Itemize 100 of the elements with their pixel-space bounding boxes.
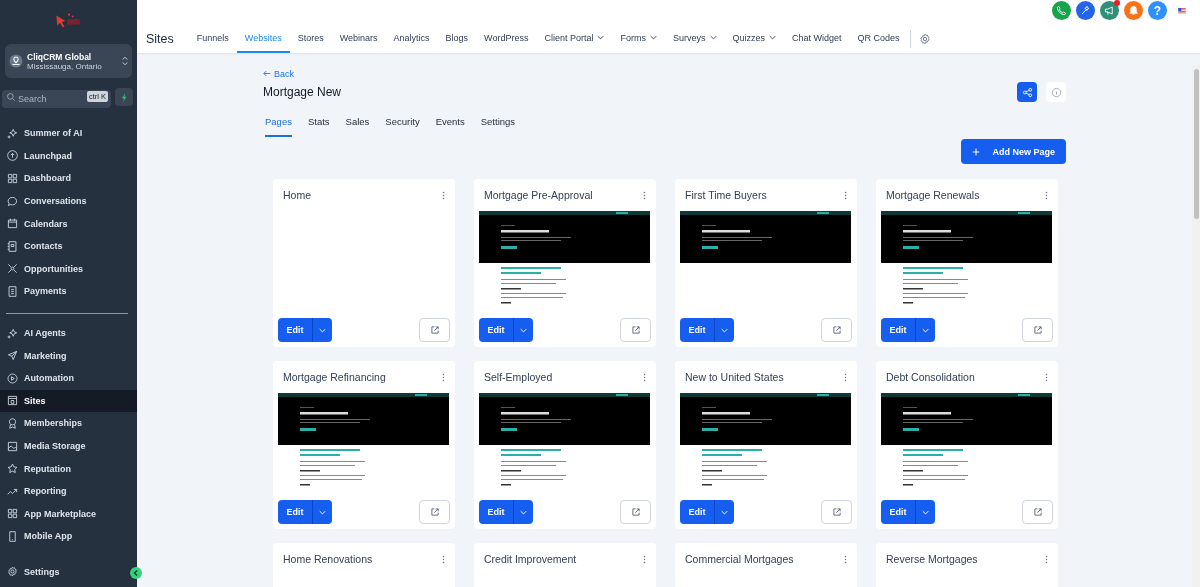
nav-tab[interactable]: Forms <box>612 24 665 53</box>
open-external-button[interactable] <box>821 500 852 524</box>
page-title: Mortgage Pre-Approval <box>484 189 593 201</box>
nav-tab[interactable]: Analytics <box>385 24 438 53</box>
sidebar-item[interactable]: Sites <box>0 389 137 413</box>
site-tab[interactable]: Settings <box>480 112 516 137</box>
page-title: First Time Buyers <box>685 189 767 201</box>
sidebar-item[interactable]: App Marketplace <box>0 502 137 526</box>
edit-button[interactable]: Edit <box>278 500 312 524</box>
sidebar-item[interactable]: Conversations <box>0 189 137 213</box>
scrollbar[interactable] <box>1192 65 1200 587</box>
account-switcher[interactable]: CliqCRM Global Mississauga, Ontario <box>5 44 132 78</box>
section-title: Sites <box>146 31 174 46</box>
edit-button[interactable]: Edit <box>479 318 513 342</box>
edit-dropdown-button[interactable] <box>915 500 935 524</box>
edit-dropdown-button[interactable] <box>513 500 533 524</box>
nav-tab[interactable]: Client Portal <box>536 24 613 53</box>
nav-tab[interactable]: Webinars <box>331 24 386 53</box>
external-link-icon <box>831 507 842 517</box>
sidebar-item[interactable]: Reputation <box>0 457 137 480</box>
header-button[interactable] <box>1100 1 1119 20</box>
edit-dropdown-button[interactable] <box>312 500 332 524</box>
page-title: Commercial Mortgages <box>685 553 794 565</box>
nav-tab[interactable]: WordPress <box>476 24 537 53</box>
open-external-button[interactable] <box>1022 318 1053 342</box>
external-link-icon <box>429 507 440 517</box>
open-external-button[interactable] <box>419 318 450 342</box>
edit-dropdown-button[interactable] <box>312 318 332 342</box>
sidebar-item[interactable]: Launchpad <box>0 144 137 168</box>
page-title: Reverse Mortgages <box>886 553 978 565</box>
edit-button[interactable]: Edit <box>479 500 513 524</box>
grid-icon <box>7 508 18 520</box>
external-link-icon <box>831 325 842 335</box>
edit-button[interactable]: Edit <box>680 500 714 524</box>
external-link-icon <box>630 507 641 517</box>
sidebar-item[interactable]: Marketing <box>0 344 137 367</box>
nav-tab[interactable]: Stores <box>289 24 332 53</box>
nav-tab[interactable]: Blogs <box>437 24 477 53</box>
quick-action-button[interactable] <box>115 88 133 106</box>
sidebar-item[interactable]: Dashboard <box>0 167 137 190</box>
sidebar-item[interactable]: Payments <box>0 280 137 303</box>
edit-button[interactable]: Edit <box>881 318 915 342</box>
edit-button[interactable]: Edit <box>278 318 312 342</box>
nav-tab[interactable]: Websites <box>236 24 290 53</box>
edit-button[interactable]: Edit <box>881 500 915 524</box>
header-button[interactable] <box>1076 1 1095 20</box>
open-external-button[interactable] <box>620 500 651 524</box>
sidebar-item[interactable]: Settings <box>0 560 121 583</box>
arrow-left-icon <box>263 70 271 77</box>
site-tab[interactable]: Security <box>385 112 420 137</box>
sidebar-item[interactable]: Opportunities <box>0 257 137 281</box>
open-external-button[interactable] <box>419 500 450 524</box>
edit-button[interactable]: Edit <box>680 318 714 342</box>
receipt-icon <box>7 285 18 297</box>
open-external-button[interactable] <box>821 318 852 342</box>
plus-icon <box>972 147 981 156</box>
account-name: CliqCRM Global <box>27 51 93 62</box>
nav-tab[interactable]: QR Codes <box>849 24 908 53</box>
nav-tab[interactable]: Funnels <box>188 24 237 53</box>
sidebar-item[interactable]: Summer of AI <box>0 122 137 145</box>
sidebar-item[interactable]: Mobile App <box>0 525 137 548</box>
settings-icon[interactable] <box>918 32 931 45</box>
nav-tab[interactable]: Surveys <box>665 24 725 53</box>
sidebar-item[interactable]: AI Agents <box>0 321 137 345</box>
header-button[interactable] <box>1124 1 1143 20</box>
site-tab[interactable]: Sales <box>345 112 370 137</box>
sidebar-item[interactable]: Reporting <box>0 479 137 503</box>
nav-tab[interactable]: Quizzes <box>724 24 784 53</box>
site-tab[interactable]: Stats <box>307 112 330 137</box>
site-tab[interactable]: Events <box>435 112 465 137</box>
edit-dropdown-button[interactable] <box>513 318 533 342</box>
open-external-button[interactable] <box>1022 500 1053 524</box>
flag-icon <box>1178 7 1186 14</box>
edit-dropdown-button[interactable] <box>915 318 935 342</box>
page-title: Home Renovations <box>283 553 373 565</box>
nav-tab[interactable]: Chat Widget <box>784 24 850 53</box>
edit-dropdown-button[interactable] <box>714 318 734 342</box>
calendar-icon <box>7 218 18 230</box>
sidebar-item[interactable]: Automation <box>0 366 137 390</box>
add-page-button[interactable]: Add New Page <box>961 139 1066 164</box>
back-link[interactable]: Back <box>263 69 1192 79</box>
open-external-button[interactable] <box>620 318 651 342</box>
page-title: Credit Improvement <box>484 553 577 565</box>
info-icon <box>1050 86 1062 98</box>
image-icon <box>7 440 18 452</box>
header-button[interactable] <box>1052 1 1071 20</box>
caret-icon <box>597 35 605 40</box>
collapse-button[interactable] <box>130 567 142 579</box>
sidebar-item[interactable]: Calendars <box>0 212 137 235</box>
page-title: Debt Consolidation <box>886 371 975 383</box>
site-tab[interactable]: Pages <box>265 112 292 137</box>
external-link-icon <box>1032 507 1043 517</box>
contact-card-icon <box>7 240 18 252</box>
sidebar-item[interactable]: Memberships <box>0 412 137 435</box>
edit-dropdown-button[interactable] <box>714 500 734 524</box>
sidebar-item[interactable]: Media Storage <box>0 434 137 458</box>
chevron-down-icon <box>721 509 728 515</box>
sidebar-item[interactable]: Contacts <box>0 234 137 258</box>
share-button[interactable] <box>1017 82 1037 102</box>
page-title: Mortgage Renewals <box>886 189 980 201</box>
